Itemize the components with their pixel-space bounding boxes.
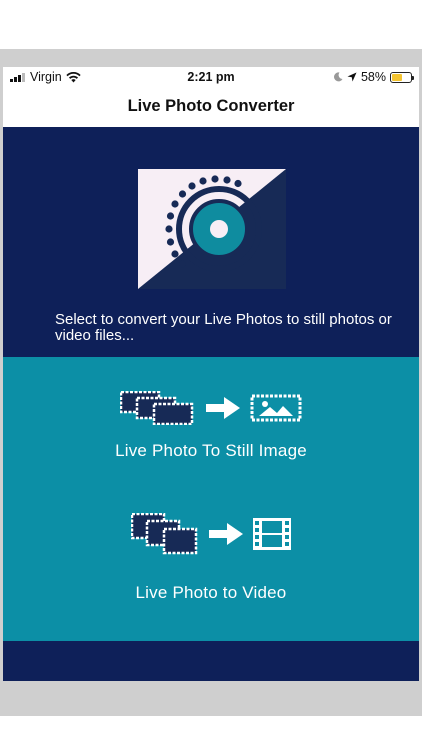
battery-icon <box>390 71 414 83</box>
status-bar: Virgin 2:21 pm 58% <box>3 67 419 87</box>
option-live-photo-to-still-image[interactable]: Live Photo To Still Image <box>3 357 419 497</box>
battery-fill <box>392 73 403 81</box>
moon-icon <box>333 72 343 82</box>
footer-panel <box>3 641 419 681</box>
option-label: Live Photo To Still Image <box>115 441 307 460</box>
app-logo-icon <box>138 169 286 289</box>
page-title: Live Photo Converter <box>127 97 295 115</box>
film-strip-icon <box>253 518 291 550</box>
still-image-icon <box>250 394 302 422</box>
phone-screen: Virgin 2:21 pm 58% Live Photo Converter <box>3 67 419 681</box>
live-photos-stack-icon <box>120 391 194 425</box>
location-arrow-icon <box>347 72 357 82</box>
option-live-photo-to-video[interactable]: Live Photo to Video <box>3 497 419 641</box>
header-tagline: Select to convert your Live Photos to st… <box>55 311 392 344</box>
live-photos-stack-icon <box>131 513 198 555</box>
option-icons-row <box>3 513 419 555</box>
status-right: 58% <box>333 70 414 84</box>
arrow-right-icon <box>206 397 240 419</box>
option-label: Live Photo to Video <box>135 583 287 602</box>
navigation-bar: Live Photo Converter <box>3 87 419 127</box>
battery-percent: 58% <box>360 70 386 84</box>
option-icons-row <box>3 391 419 425</box>
arrow-right-icon <box>209 523 243 545</box>
options-panel: Live Photo To Still Image Live Photo to … <box>3 357 419 641</box>
